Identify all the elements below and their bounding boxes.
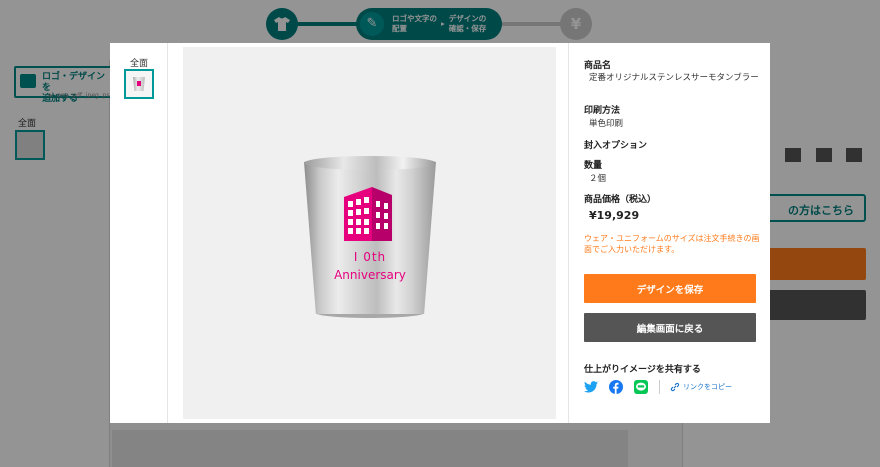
preview-modal: 全面 I 0th Anniversary 商品名 定番オリジナルステンレスサーモ… xyxy=(110,43,770,423)
price-label: 商品価格（税込） xyxy=(584,195,657,205)
cup-thumbnail-icon xyxy=(133,77,145,91)
copy-link-button[interactable]: リンクをコピー xyxy=(670,382,732,392)
cup-rim xyxy=(304,156,436,170)
link-icon xyxy=(670,382,680,392)
product-name-value: 定番オリジナルステンレスサーモタンブラー xyxy=(589,73,759,83)
quantity-value: ２個 xyxy=(589,174,607,184)
view-selector: 全面 xyxy=(110,43,168,423)
print-method-label: 印刷方法 xyxy=(584,106,621,116)
view-thumbnail-front[interactable] xyxy=(124,69,154,99)
insert-option-label: 封入オプション xyxy=(584,141,648,151)
design-text-line1: I 0th xyxy=(353,250,387,264)
building-icon xyxy=(344,187,392,241)
quantity-label: 数量 xyxy=(584,161,603,171)
line-icon[interactable] xyxy=(634,380,648,394)
print-method-value: 単色印刷 xyxy=(589,119,624,129)
size-note: ウェア・ユニフォームのサイズは注文手続きの画面でご入力いただけます。 xyxy=(584,234,760,254)
view-label: 全面 xyxy=(129,59,148,69)
share-divider xyxy=(659,380,660,394)
tumbler-image: I 0th Anniversary xyxy=(304,156,436,318)
share-label: 仕上がりイメージを共有する xyxy=(584,365,701,375)
share-buttons: リンクをコピー xyxy=(584,380,732,394)
copy-link-label: リンクをコピー xyxy=(683,383,732,391)
back-to-edit-button[interactable]: 編集画面に戻る xyxy=(584,313,756,342)
design-text-line2: Anniversary xyxy=(334,268,406,282)
price-value: ¥19,929 xyxy=(589,209,640,222)
order-summary: 商品名 定番オリジナルステンレスサーモタンブラー 印刷方法 単色印刷 封入オプシ… xyxy=(568,43,770,423)
twitter-icon[interactable] xyxy=(584,380,598,394)
product-name-label: 商品名 xyxy=(584,61,612,71)
facebook-icon[interactable] xyxy=(609,380,623,394)
save-design-button[interactable]: デザインを保存 xyxy=(584,274,756,303)
product-preview: I 0th Anniversary xyxy=(183,47,556,419)
